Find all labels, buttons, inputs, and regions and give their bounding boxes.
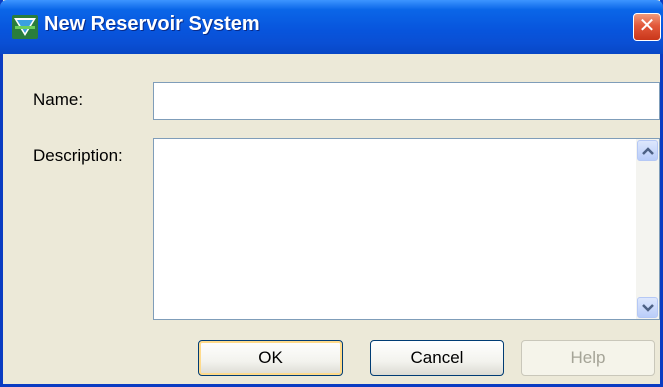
- help-button: Help: [521, 340, 655, 376]
- name-label: Name:: [33, 90, 84, 109]
- scroll-up-button[interactable]: [637, 140, 658, 161]
- chevron-down-icon: [642, 304, 654, 312]
- ok-button[interactable]: OK: [198, 340, 343, 376]
- dialog-window: New Reservoir System ✕ Name: Description…: [0, 0, 663, 387]
- cancel-button[interactable]: Cancel: [370, 340, 504, 376]
- reservoir-app-icon: [12, 15, 38, 39]
- window-title: New Reservoir System: [44, 13, 260, 35]
- name-input[interactable]: [153, 82, 660, 120]
- close-button[interactable]: ✕: [633, 13, 661, 41]
- description-textarea[interactable]: [153, 138, 660, 320]
- description-label: Description:: [33, 146, 123, 165]
- title-bar[interactable]: New Reservoir System ✕: [0, 0, 663, 54]
- close-icon: ✕: [638, 15, 656, 37]
- description-scrollbar[interactable]: [636, 139, 659, 319]
- chevron-up-icon: [642, 147, 654, 155]
- scroll-down-button[interactable]: [637, 297, 658, 318]
